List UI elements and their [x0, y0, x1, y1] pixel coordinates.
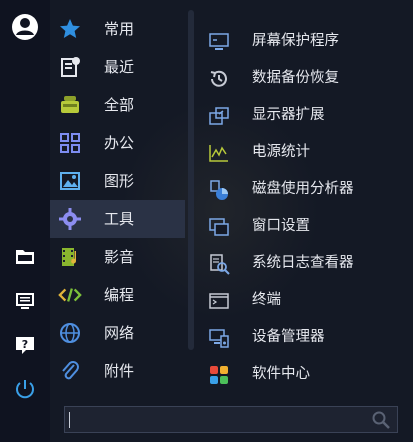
office-icon	[58, 131, 82, 155]
category-item-multimedia[interactable]: 影音	[50, 238, 185, 276]
text-caret	[69, 412, 70, 428]
category-label: 影音	[104, 248, 135, 266]
search-input[interactable]	[75, 410, 369, 432]
category-item-recent[interactable]: 最近	[50, 48, 185, 86]
app-label: 磁盘使用分析器	[252, 181, 354, 197]
start-menu: ? 常用 最近 全部 办公 图形 工具 影音 编程 网络 附件 屏幕保护程序 数…	[0, 0, 413, 442]
terminal-icon	[208, 290, 230, 312]
panel-scrollbar[interactable]	[188, 10, 194, 350]
category-label: 编程	[104, 286, 135, 304]
star-icon	[58, 17, 82, 41]
category-label: 附件	[104, 362, 135, 380]
category-panel: 常用 最近 全部 办公 图形 工具 影音 编程 网络 附件	[50, 8, 185, 400]
category-item-all[interactable]: 全部	[50, 86, 185, 124]
app-label: 电源统计	[252, 144, 310, 160]
window-settings-icon	[208, 216, 230, 238]
category-item-network[interactable]: 网络	[50, 314, 185, 352]
category-label: 工具	[104, 210, 135, 228]
app-item-software-center[interactable]: 软件中心	[198, 356, 398, 393]
search-box	[64, 406, 398, 433]
screensaver-icon	[208, 31, 230, 53]
app-label: 数据备份恢复	[252, 70, 339, 86]
software-center-icon	[208, 364, 230, 386]
app-label: 窗口设置	[252, 218, 310, 234]
app-label: 软件中心	[252, 366, 310, 382]
app-item-display-extend[interactable]: 显示器扩展	[198, 97, 398, 134]
monitor-settings-icon[interactable]	[10, 286, 40, 316]
app-list-panel: 屏幕保护程序 数据备份恢复 显示器扩展 电源统计 磁盘使用分析器 窗口设置 系统…	[198, 0, 398, 400]
app-label: 终端	[252, 292, 281, 308]
app-item-power-stats[interactable]: 电源统计	[198, 134, 398, 171]
app-item-device-manager[interactable]: 设备管理器	[198, 319, 398, 356]
app-item-screensaver[interactable]: 屏幕保护程序	[198, 23, 398, 60]
category-item-tools[interactable]: 工具	[50, 200, 185, 238]
power-icon[interactable]	[10, 374, 40, 404]
device-manager-icon	[208, 327, 230, 349]
app-item-backup[interactable]: 数据备份恢复	[198, 60, 398, 97]
category-item-office[interactable]: 办公	[50, 124, 185, 162]
power-stats-icon	[208, 142, 230, 164]
category-label: 办公	[104, 134, 135, 152]
app-label: 显示器扩展	[252, 107, 325, 123]
graphics-icon	[58, 169, 82, 193]
category-label: 网络	[104, 324, 135, 342]
disk-analyzer-icon	[208, 179, 230, 201]
all-apps-icon	[58, 93, 82, 117]
app-label: 屏幕保护程序	[252, 33, 339, 49]
backup-restore-icon	[208, 68, 230, 90]
help-icon[interactable]: ?	[10, 330, 40, 360]
gear-icon	[58, 207, 82, 231]
category-label: 最近	[104, 58, 135, 76]
search-icon[interactable]	[371, 410, 391, 430]
app-item-log-viewer[interactable]: 系统日志查看器	[198, 245, 398, 282]
app-item-window-settings[interactable]: 窗口设置	[198, 208, 398, 245]
svg-text:?: ?	[22, 338, 28, 351]
folder-icon[interactable]	[10, 242, 40, 272]
category-item-accessories[interactable]: 附件	[50, 352, 185, 390]
recent-icon	[58, 55, 82, 79]
category-label: 图形	[104, 172, 135, 190]
category-label: 常用	[104, 20, 135, 38]
category-item-favorites[interactable]: 常用	[50, 10, 185, 48]
log-viewer-icon	[208, 253, 230, 275]
category-item-graphics[interactable]: 图形	[50, 162, 185, 200]
multimedia-icon	[58, 245, 82, 269]
paperclip-icon	[58, 359, 82, 383]
category-item-programming[interactable]: 编程	[50, 276, 185, 314]
display-extend-icon	[208, 105, 230, 127]
globe-icon	[58, 321, 82, 345]
app-item-disk-analyzer[interactable]: 磁盘使用分析器	[198, 171, 398, 208]
code-icon	[58, 283, 82, 307]
app-label: 设备管理器	[252, 329, 325, 345]
app-label: 系统日志查看器	[252, 255, 354, 271]
user-avatar-icon[interactable]	[10, 12, 40, 42]
app-item-terminal[interactable]: 终端	[198, 282, 398, 319]
category-label: 全部	[104, 96, 135, 114]
left-rail: ?	[0, 0, 50, 442]
